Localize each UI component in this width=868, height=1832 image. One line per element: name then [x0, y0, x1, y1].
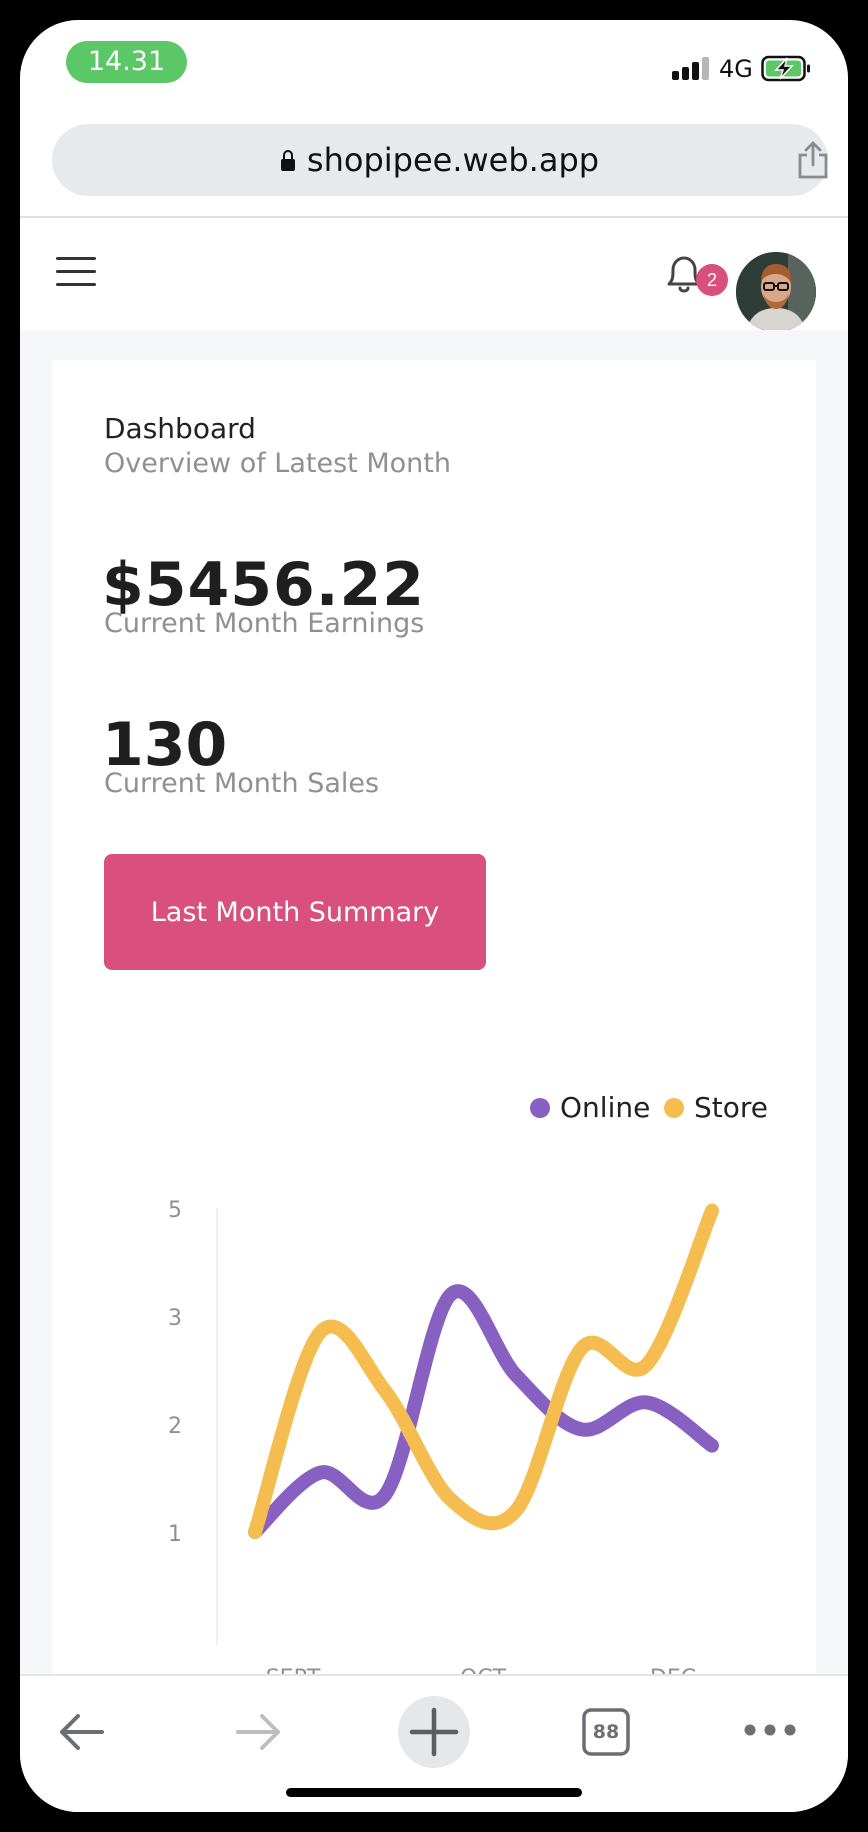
new-tab-plus-icon	[409, 1707, 459, 1757]
new-tab-button[interactable]	[398, 1696, 470, 1768]
legend-dot-online	[530, 1098, 550, 1118]
legend-item-store[interactable]: Store	[664, 1090, 768, 1126]
signal-bars-icon	[672, 56, 710, 80]
sales-label: Current Month Sales	[104, 768, 380, 799]
back-arrow-icon[interactable]	[54, 1704, 110, 1760]
earnings-label: Current Month Earnings	[104, 608, 425, 639]
share-icon[interactable]	[796, 140, 830, 180]
lock-icon	[280, 150, 295, 171]
y-tick-label: 5	[168, 1198, 182, 1223]
legend-dot-store	[664, 1098, 684, 1118]
legend-label-online: Online	[560, 1091, 651, 1124]
url-text: shopipee.web.app	[306, 141, 600, 179]
tabs-button[interactable]: 88	[582, 1708, 630, 1756]
page-title: Dashboard	[104, 412, 256, 445]
page-subtitle: Overview of Latest Month	[104, 448, 451, 479]
url-display[interactable]: shopipee.web.app	[52, 124, 828, 196]
avatar[interactable]	[736, 252, 816, 332]
battery-charging-icon	[761, 55, 810, 82]
tabs-count: 88	[592, 1721, 620, 1743]
address-bar[interactable]: shopipee.web.app	[52, 124, 828, 196]
more-dots-icon[interactable]	[742, 1716, 798, 1744]
network-type: 4G	[719, 55, 753, 83]
notifications-button[interactable]: 2	[656, 246, 728, 302]
legend-item-online[interactable]: Online	[530, 1090, 650, 1126]
y-tick-label: 2	[168, 1414, 182, 1439]
line-chart: 5321SEPT OCT DEC	[168, 1198, 719, 1680]
last-month-summary-button[interactable]: Last Month Summary	[104, 854, 486, 970]
series-line-store	[248, 1203, 719, 1539]
forward-arrow-icon[interactable]	[230, 1704, 286, 1760]
screen: 14.31 4G shopipee.web.app 2 Dashboard Ov…	[20, 20, 848, 1812]
y-tick-label: 1	[168, 1522, 182, 1547]
status-bar: 14.31 4G	[20, 20, 848, 120]
home-indicator	[286, 1788, 582, 1797]
legend-label-store: Store	[694, 1091, 769, 1124]
status-time: 14.31	[66, 41, 187, 83]
notification-badge: 2	[696, 264, 728, 296]
app-header: 2	[20, 218, 848, 332]
avatar-image	[736, 252, 816, 332]
phone-frame: 14.31 4G shopipee.web.app 2 Dashboard Ov…	[0, 0, 868, 1832]
y-tick-label: 3	[168, 1306, 182, 1331]
hamburger-menu-icon[interactable]	[56, 257, 96, 287]
